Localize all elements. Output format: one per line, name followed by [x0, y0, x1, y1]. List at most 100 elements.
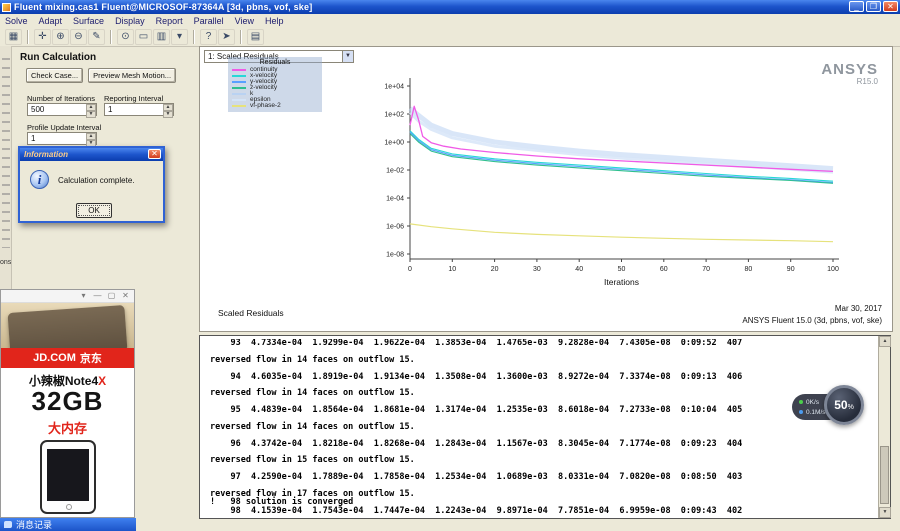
display-grid-icon[interactable]: ▥ — [153, 29, 170, 45]
x-axis-title: Iterations — [604, 277, 639, 287]
menu-item-adapt[interactable]: Adapt — [39, 16, 63, 26]
spin-up-icon[interactable]: ▲ — [86, 104, 96, 111]
pan-icon[interactable]: ✛ — [34, 29, 51, 45]
dialog-close-icon[interactable]: ✕ — [148, 149, 161, 159]
console-line: reversed flow in 14 faces on outflow 15. — [210, 389, 874, 397]
ad-restore-icon[interactable]: ▢ — [106, 291, 117, 302]
y-tick-label: 1e-02 — [386, 168, 404, 175]
navigation-pane-clipped[interactable]: ons — [0, 46, 12, 290]
app-icon — [2, 3, 11, 12]
toolbar-separator — [27, 30, 29, 44]
x-tick-label: 60 — [660, 266, 668, 273]
x-tick-label: 90 — [787, 266, 795, 273]
ad-collapse-icon[interactable]: ▾ — [78, 291, 89, 302]
fluent-window: Fluent mixing.cas1 Fluent@MICROSOF-87364… — [0, 0, 900, 531]
information-dialog: Information ✕ i Calculation complete. OK — [18, 146, 165, 223]
spin-up-icon[interactable]: ▲ — [86, 133, 96, 140]
toolbar-separator — [193, 30, 195, 44]
console-line: 96 4.3742e-04 1.8218e-04 1.8268e-04 1.28… — [210, 440, 874, 448]
plot-date: Mar 30, 2017 — [835, 304, 882, 313]
menu-item-help[interactable]: Help — [265, 16, 284, 26]
profile-update-interval-value: 1 — [31, 134, 35, 143]
menu-item-solve[interactable]: Solve — [5, 16, 28, 26]
spin-down-icon[interactable]: ▼ — [86, 111, 96, 118]
navigation-fragment: ons — [0, 259, 11, 266]
toolbar: ▦ ✛⊕⊖✎ ⊙▭▥▾?➤ ▤ — [0, 27, 900, 47]
iterations-input[interactable]: 500 ▲▼ — [27, 103, 97, 116]
console-line: 95 4.4839e-04 1.8564e-04 1.8681e-04 1.31… — [210, 406, 874, 414]
panel-title: Run Calculation — [20, 52, 96, 63]
ad-minimize-icon[interactable]: — — [92, 291, 103, 302]
phone-box-image — [8, 305, 128, 348]
legend-swatch-icon — [232, 99, 246, 101]
percent-value: 50 — [834, 398, 847, 412]
console-line: 93 4.7334e-04 1.9299e-04 1.9622e-04 1.38… — [210, 339, 874, 347]
view-list-dropdown-icon[interactable]: ▾ — [171, 29, 188, 45]
taskbar-message-item[interactable]: 消息记录 — [0, 518, 136, 531]
title-bar[interactable]: Fluent mixing.cas1 Fluent@MICROSOF-87364… — [0, 0, 900, 14]
dialog-title-bar[interactable]: Information ✕ — [20, 148, 163, 161]
legend-entry: vf-phase-2 — [228, 103, 322, 109]
check-case-button[interactable]: Check Case... — [26, 68, 83, 83]
x-tick-label: 100 — [827, 266, 839, 273]
legend-label: z-velocity — [250, 85, 277, 91]
scroll-down-icon[interactable]: ▼ — [879, 507, 891, 518]
ansys-logo-text: ANSYS — [821, 63, 878, 77]
zoom-in-icon[interactable]: ⊕ — [52, 29, 69, 45]
percent-ball[interactable]: 50% — [824, 385, 864, 425]
context-help-icon[interactable]: ? — [200, 29, 217, 45]
zoom-out-icon[interactable]: ⊖ — [70, 29, 87, 45]
minimize-button[interactable]: _ — [849, 1, 864, 12]
maximize-button[interactable]: ❐ — [866, 1, 881, 12]
spin-down-icon[interactable]: ▼ — [163, 111, 173, 118]
reporting-interval-label: Reporting Interval — [104, 94, 163, 103]
panel-toggle-icon[interactable]: ▤ — [247, 29, 264, 45]
legend-label: vf-phase-2 — [250, 103, 281, 109]
pointer-icon[interactable]: ➤ — [218, 29, 235, 45]
ad-close-icon[interactable]: ✕ — [120, 291, 131, 302]
chat-icon — [4, 521, 12, 528]
phone-home-button — [66, 504, 72, 510]
measure-icon[interactable]: ▭ — [135, 29, 152, 45]
percent-sign: % — [848, 404, 854, 411]
ok-button[interactable]: OK — [76, 203, 112, 218]
save-case-icon[interactable]: ▦ — [5, 29, 22, 45]
legend-swatch-icon — [232, 69, 246, 71]
ansys-logo-version: R15.0 — [821, 77, 878, 86]
residual-curve-vf-phase-2 — [410, 224, 833, 242]
reporting-interval-input[interactable]: 1 ▲▼ — [104, 103, 174, 116]
taskbar-item-label: 消息记录 — [16, 518, 52, 531]
phone-image — [40, 440, 96, 514]
y-tick-label: 1e-06 — [386, 224, 404, 231]
console-output[interactable]: 93 4.7334e-04 1.9299e-04 1.9622e-04 1.38… — [199, 335, 891, 519]
close-button[interactable]: ✕ — [883, 1, 898, 12]
menu-item-report[interactable]: Report — [156, 16, 183, 26]
scroll-up-icon[interactable]: ▲ — [879, 336, 891, 347]
x-tick-label: 80 — [745, 266, 753, 273]
legend-swatch-icon — [232, 87, 246, 89]
phone-screen — [47, 449, 89, 501]
menu-item-surface[interactable]: Surface — [73, 16, 104, 26]
menu-item-parallel[interactable]: Parallel — [194, 16, 224, 26]
scrollbar-thumb[interactable] — [880, 446, 889, 504]
console-scrollbar[interactable]: ▲ ▼ — [878, 336, 890, 518]
x-tick-label: 20 — [491, 266, 499, 273]
toolbar-separator — [110, 30, 112, 44]
menu-item-view[interactable]: View — [235, 16, 254, 26]
menu-item-display[interactable]: Display — [115, 16, 145, 26]
profile-update-interval-input[interactable]: 1 ▲▼ — [27, 132, 97, 145]
spin-up-icon[interactable]: ▲ — [163, 104, 173, 111]
ad-memory-text: 大内存 — [1, 418, 134, 437]
y-tick-label: 1e-08 — [386, 252, 404, 259]
pencil-annotate-icon[interactable]: ✎ — [88, 29, 105, 45]
menu-bar: Solve Adapt Surface Display Report Parallel Vi… — [0, 14, 900, 27]
zoom-tool-icon[interactable]: ⊙ — [117, 29, 134, 45]
preview-mesh-motion-button[interactable]: Preview Mesh Motion... — [88, 68, 176, 83]
y-tick-label: 1e+02 — [384, 112, 404, 119]
chevron-down-icon[interactable]: ▼ — [342, 51, 353, 62]
jd-ad-popup[interactable]: ▾—▢✕ JD.COM 京东 小辣椒Note4X 32GB 大内存 — [0, 289, 135, 518]
network-speed-overlay[interactable]: 0K/s 0.1M/s 50% — [792, 384, 868, 428]
console-line: reversed flow in 15 faces on outflow 15. — [210, 456, 874, 464]
y-tick-label: 1e+00 — [384, 140, 404, 147]
upload-speed: 0.1M/s — [806, 409, 826, 416]
